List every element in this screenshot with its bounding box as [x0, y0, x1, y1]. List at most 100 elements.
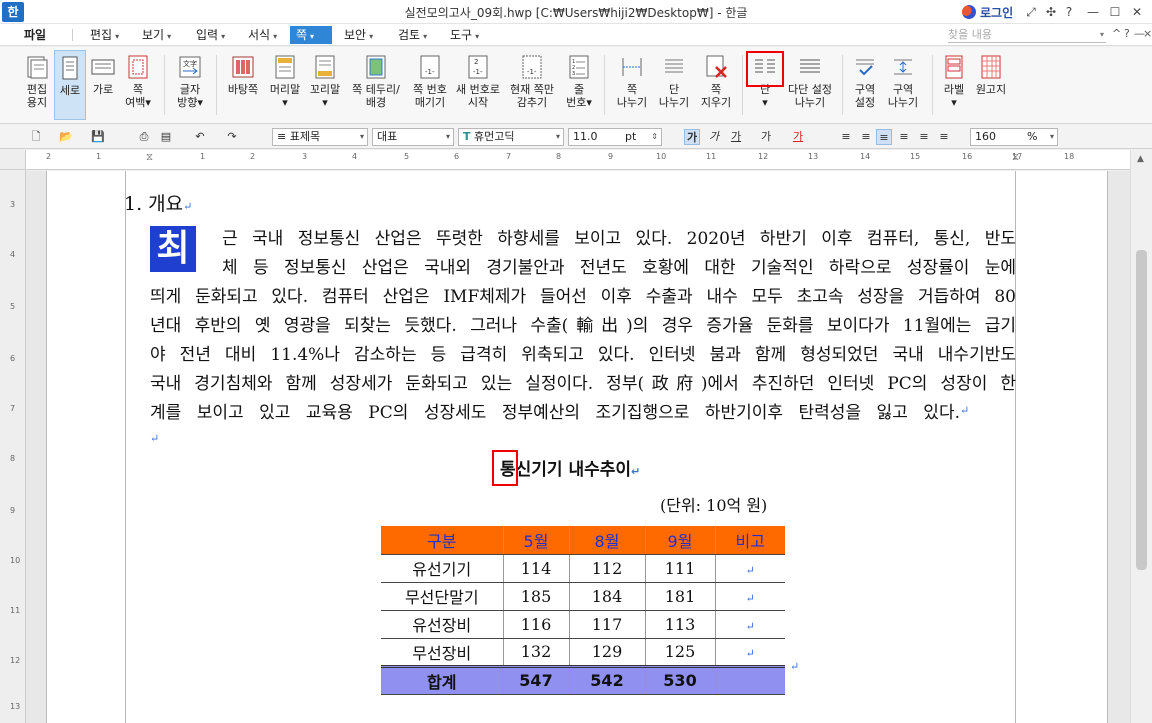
page-number-button[interactable]: -1- 쪽 번호 매기기: [408, 50, 452, 120]
menu-security[interactable]: 보안 ▾: [338, 26, 379, 44]
table-total-cell[interactable]: [715, 664, 785, 695]
search-input[interactable]: 찾을 내용 ▾: [948, 27, 1106, 43]
table-header-cell[interactable]: 5월: [503, 526, 570, 555]
help-icon[interactable]: ?: [1060, 3, 1078, 21]
menu-format[interactable]: 서식 ▾: [242, 26, 283, 44]
table-cell[interactable]: 117: [569, 610, 646, 639]
table-cell[interactable]: 116: [503, 610, 570, 639]
horizontal-ruler[interactable]: 1 2 1 2 3 4 5 6 7 8 9 10 11 12 13 14 15 …: [26, 150, 1130, 170]
landscape-button[interactable]: 가로: [88, 50, 118, 120]
table-cell[interactable]: ↵: [715, 582, 785, 611]
table-cell[interactable]: 111: [645, 554, 716, 583]
paragraph-line[interactable]: 야 전년 대비 11.4%나 감소하는 등 급격히 위축되고 있다. 인터넷 붐…: [150, 340, 1016, 365]
table-cell[interactable]: 185: [503, 582, 570, 611]
doc-close-icon[interactable]: ×: [1143, 27, 1152, 40]
page-margin-button[interactable]: 쪽 여백▾: [120, 50, 156, 120]
header-button[interactable]: 머리말 ▾: [266, 50, 304, 120]
preview-icon[interactable]: ▤: [158, 129, 174, 145]
menu-review[interactable]: 검토 ▾: [392, 26, 433, 44]
menu-view[interactable]: 보기 ▾: [136, 26, 177, 44]
menu-edit[interactable]: 편집 ▾: [84, 26, 125, 44]
vertical-ruler[interactable]: 3 4 5 6 7 8 9 10 11 12 13: [0, 170, 26, 723]
menu-page[interactable]: 쪽 ▾: [290, 26, 332, 44]
table-cell[interactable]: ↵: [715, 610, 785, 639]
column-break-button[interactable]: 단 나누기: [654, 50, 694, 120]
login-button[interactable]: 로그인: [962, 3, 1013, 21]
paragraph-line[interactable]: 근 국내 정보통신 산업은 뚜렷한 하향세를 보이고 있다. 2020년 하반기…: [222, 224, 1016, 249]
table-header-cell[interactable]: 비고: [715, 526, 785, 555]
divide-icon[interactable]: ≡: [936, 129, 952, 145]
table-header-cell[interactable]: 구분: [381, 526, 504, 555]
master-page-button[interactable]: 바탕쪽: [224, 50, 262, 120]
new-document-icon[interactable]: 🗋: [28, 129, 44, 145]
drop-cap[interactable]: 최: [150, 226, 196, 272]
unit-note[interactable]: (단위: 10억 원): [660, 492, 767, 516]
hide-page-button[interactable]: -1- 현재 쪽만 감추기: [506, 50, 558, 120]
scrollbar-thumb[interactable]: [1136, 250, 1147, 570]
delete-page-button[interactable]: 쪽 지우기: [696, 50, 736, 120]
scroll-up-icon[interactable]: ▲: [1137, 154, 1144, 164]
table-cell[interactable]: 114: [503, 554, 570, 583]
zoom-input[interactable]: 160% ▾: [970, 128, 1058, 146]
align-center-icon[interactable]: ≡: [876, 129, 892, 145]
maximize-button[interactable]: ☐: [1106, 3, 1124, 21]
right-indent-marker-icon[interactable]: ⧖: [1012, 152, 1019, 163]
line-number-button[interactable]: 123 줄 번호▾: [562, 50, 596, 120]
table-cell[interactable]: 181: [645, 582, 716, 611]
data-table[interactable]: 구분 5월 8월 9월 비고 유선기기 114 112 111 ↵ 무선단말기 …: [381, 526, 785, 695]
close-button[interactable]: ✕: [1128, 3, 1146, 21]
table-cell[interactable]: ↵: [715, 554, 785, 583]
page-border-button[interactable]: 쪽 테두리/ 배경: [348, 50, 404, 120]
table-caption[interactable]: 통신기기 내수추이↵: [500, 455, 640, 480]
page-break-button[interactable]: 쪽 나누기: [612, 50, 652, 120]
redo-icon[interactable]: ↷: [224, 129, 240, 145]
paragraph-line[interactable]: 국내 경기침체와 함께 성장세가 둔화되고 있는 실정이다. 정부(政府)에서 …: [150, 369, 1016, 394]
paragraph-line[interactable]: 년대 후반의 옛 영광을 되찾는 듯했다. 그러나 수출(輸出)의 경우 증가율…: [150, 311, 1016, 336]
table-total-cell[interactable]: 합계: [381, 664, 504, 695]
menu-help-icon[interactable]: ?: [1124, 27, 1130, 40]
font-select[interactable]: T 휴먼고딕 ▾: [458, 128, 564, 146]
font-size-input[interactable]: 11.0 pt ⇕: [568, 128, 662, 146]
label-button[interactable]: 라벨 ▾: [938, 50, 970, 120]
move-icon[interactable]: ✣: [1042, 3, 1060, 21]
menu-insert[interactable]: 입력 ▾: [190, 26, 231, 44]
language-select[interactable]: 대표 ▾: [372, 128, 454, 146]
table-cell[interactable]: 129: [569, 638, 646, 667]
table-cell[interactable]: 무선장비: [381, 638, 504, 667]
section-heading[interactable]: 1. 개요↵: [124, 189, 192, 216]
manuscript-button[interactable]: 원고지: [972, 50, 1010, 120]
indent-marker-icon[interactable]: ⧖: [146, 152, 153, 163]
italic-toggle[interactable]: 가: [706, 129, 722, 145]
table-cell[interactable]: 유선장비: [381, 610, 504, 639]
minimize-button[interactable]: —: [1084, 3, 1102, 21]
open-folder-icon[interactable]: 📂: [58, 129, 74, 145]
fullscreen-icon[interactable]: ⤢: [1022, 3, 1040, 21]
table-cell[interactable]: 125: [645, 638, 716, 667]
save-icon[interactable]: 💾: [90, 129, 106, 145]
footer-button[interactable]: 꼬리말 ▾: [306, 50, 344, 120]
paragraph-line[interactable]: 띄게 둔화되고 있다. 컴퓨터 산업은 IMF체제가 들어선 이후 수출과 내수…: [150, 282, 1016, 307]
undo-icon[interactable]: ↶: [192, 129, 208, 145]
new-number-button[interactable]: 2 -1- 새 번호로 시작: [454, 50, 502, 120]
table-cell[interactable]: ↵: [715, 638, 785, 667]
table-cell[interactable]: 113: [645, 610, 716, 639]
ribbon-collapse-icon[interactable]: ^: [1112, 27, 1121, 40]
table-total-cell[interactable]: 547: [503, 664, 570, 695]
style-select[interactable]: ≡ 표제목 ▾: [272, 128, 368, 146]
justify-icon[interactable]: ≡: [838, 129, 854, 145]
align-left-icon[interactable]: ≡: [858, 129, 874, 145]
text-direction-button[interactable]: 文字 글자 방향▾: [172, 50, 208, 120]
align-right-icon[interactable]: ≡: [896, 129, 912, 145]
table-cell[interactable]: 112: [569, 554, 646, 583]
paragraph-line[interactable]: 계를 보이고 있고 교육용 PC의 성장세도 정부예산의 조기집행으로 하반기이…: [150, 398, 960, 423]
print-icon[interactable]: ⎙: [136, 129, 152, 145]
menu-file[interactable]: 파일: [18, 26, 52, 44]
table-total-cell[interactable]: 530: [645, 664, 716, 695]
table-header-cell[interactable]: 9월: [645, 526, 716, 555]
portrait-button[interactable]: 세로: [54, 50, 86, 120]
bold-toggle[interactable]: 가: [684, 129, 700, 145]
menu-tools[interactable]: 도구 ▾: [444, 26, 485, 44]
vertical-scrollbar[interactable]: ▲: [1130, 150, 1152, 723]
distribute-icon[interactable]: ≡: [916, 129, 932, 145]
underline-toggle[interactable]: 가: [728, 129, 744, 145]
